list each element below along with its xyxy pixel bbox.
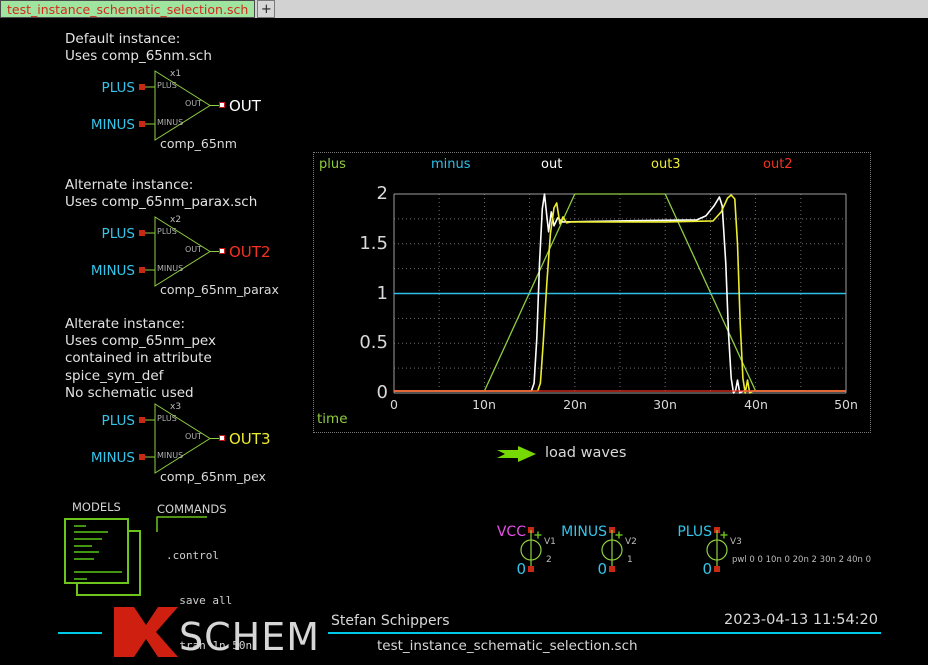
net-label-plus[interactable]: PLUS xyxy=(90,80,135,96)
text-line: Uses comp_65nm.sch xyxy=(65,48,212,65)
cell-name-label: comp_65nm xyxy=(160,136,237,151)
gnd-label[interactable]: 0 xyxy=(682,560,712,578)
x-tick-50n: 50n xyxy=(824,397,868,412)
sheet-name-text: test_instance_schematic_selection.sch xyxy=(377,638,638,654)
gnd-label[interactable]: 0 xyxy=(577,560,607,578)
pin-name-out: OUT xyxy=(168,99,202,108)
xschem-logo-text: SCHEM xyxy=(179,610,320,664)
net-label-out3[interactable]: OUT3 xyxy=(229,430,271,448)
net-label-vcc[interactable]: VCC xyxy=(456,524,526,540)
refdes-label: x1 xyxy=(170,69,181,79)
xschem-window: test_instance_schematic_selection.sch + … xyxy=(0,0,928,665)
net-label-plus[interactable]: PLUS xyxy=(642,524,712,540)
comparator-symbol-x1[interactable]: PLUS MINUS x1 PLUS MINUS OUT OUT comp_65… xyxy=(90,68,290,154)
y-tick-1_5: 1.5 xyxy=(342,233,388,255)
titleblock-underline xyxy=(328,632,881,634)
pin-bottom[interactable] xyxy=(714,566,720,572)
tab-bar: test_instance_schematic_selection.sch + xyxy=(0,0,928,18)
pin-bottom[interactable] xyxy=(528,566,534,572)
vsource-v3[interactable]: PLUS V3 pwl 0 0 10n 0 20n 2 30n 2 40n 0 … xyxy=(672,524,892,580)
comparator-symbol-x3[interactable]: PLUS MINUS x3 PLUS MINUS OUT OUT3 comp_6… xyxy=(90,401,290,487)
legend-minus[interactable]: minus xyxy=(431,157,471,172)
pin-minus[interactable] xyxy=(139,267,145,273)
pin-name-plus: PLUS xyxy=(157,414,177,423)
pin-name-plus: PLUS xyxy=(157,81,177,90)
net-label-plus[interactable]: PLUS xyxy=(90,413,135,429)
pin-name-out: OUT xyxy=(168,245,202,254)
value-label: 2 xyxy=(546,555,552,565)
pin-name-out: OUT xyxy=(168,432,202,441)
refdes-label: x3 xyxy=(170,402,181,412)
pin-name-minus: MINUS xyxy=(157,451,183,460)
value-label: 1 xyxy=(627,555,633,565)
pin-name-minus: MINUS xyxy=(157,118,183,127)
legend-out3[interactable]: out3 xyxy=(651,157,681,172)
y-tick-2: 2 xyxy=(342,183,388,205)
net-label-minus[interactable]: MINUS xyxy=(90,117,135,133)
value-label: pwl 0 0 10n 0 20n 2 30n 2 40n 0 xyxy=(732,555,871,565)
instance1-description: Default instance: Uses comp_65nm.sch xyxy=(65,31,212,65)
pin-minus[interactable] xyxy=(139,121,145,127)
xschem-logo-x-icon xyxy=(110,605,182,659)
pin-plus[interactable] xyxy=(139,230,145,236)
tab-title: test_instance_schematic_selection.sch xyxy=(7,2,248,17)
models-label: MODELS xyxy=(72,500,121,514)
text-line: Alterate instance: xyxy=(65,316,216,333)
pin-name-plus: PLUS xyxy=(157,227,177,236)
legend-plus[interactable]: plus xyxy=(319,157,346,172)
cell-name-label: comp_65nm_parax xyxy=(160,282,279,297)
date-text: 2023-04-13 11:54:20 xyxy=(640,612,878,628)
net-label-plus[interactable]: PLUS xyxy=(90,226,135,242)
refdes-label: x2 xyxy=(170,215,181,225)
pin-bottom[interactable] xyxy=(609,566,615,572)
net-label-out2[interactable]: OUT2 xyxy=(229,243,271,261)
tab-schematic[interactable]: test_instance_schematic_selection.sch xyxy=(0,0,255,18)
launcher-arrow-icon[interactable] xyxy=(497,446,537,462)
instance3-description: Alterate instance: Uses comp_65nm_pex co… xyxy=(65,316,216,402)
pin-out[interactable] xyxy=(219,102,225,108)
net-label-minus[interactable]: MINUS xyxy=(90,450,135,466)
models-document-icon[interactable] xyxy=(64,516,156,598)
pin-name-minus: MINUS xyxy=(157,264,183,273)
code-line: .control xyxy=(166,548,464,563)
net-label-minus[interactable]: MINUS xyxy=(90,263,135,279)
legend-out[interactable]: out xyxy=(541,157,562,172)
x-tick-10n: 10n xyxy=(462,397,506,412)
pin-out[interactable] xyxy=(219,435,225,441)
instance2-description: Alternate instance: Uses comp_65nm_parax… xyxy=(65,177,257,211)
net-label-minus[interactable]: MINUS xyxy=(537,524,607,540)
waveform-plot[interactable] xyxy=(394,194,846,393)
code-line: save all xyxy=(166,593,464,608)
text-line: No schematic used xyxy=(65,385,216,402)
text-line: Default instance: xyxy=(65,31,212,48)
waveform-graph[interactable]: plus minus out out3 out2 2 1.5 1 0.5 0 0… xyxy=(313,152,871,433)
text-line: Uses comp_65nm_parax.sch xyxy=(65,194,257,211)
net-label-out[interactable]: OUT xyxy=(229,97,261,115)
pin-plus[interactable] xyxy=(139,417,145,423)
refdes-label: V3 xyxy=(730,537,742,547)
legend-out2[interactable]: out2 xyxy=(763,157,793,172)
x-tick-20n: 20n xyxy=(553,397,597,412)
pin-minus[interactable] xyxy=(139,454,145,460)
y-tick-0_5: 0.5 xyxy=(342,332,388,354)
x-tick-0: 0 xyxy=(372,397,416,412)
text-line: Uses comp_65nm_pex xyxy=(65,333,216,350)
pin-plus[interactable] xyxy=(139,84,145,90)
titleblock-left-line xyxy=(58,632,102,634)
y-tick-1: 1 xyxy=(342,283,388,305)
x-tick-40n: 40n xyxy=(734,397,778,412)
new-tab-button[interactable]: + xyxy=(257,0,275,18)
refdes-label: V2 xyxy=(625,537,637,547)
x-axis-label: time xyxy=(317,411,348,427)
pin-out[interactable] xyxy=(219,248,225,254)
x-tick-30n: 30n xyxy=(643,397,687,412)
gnd-label[interactable]: 0 xyxy=(496,560,526,578)
load-waves-launcher[interactable]: load waves xyxy=(545,445,626,461)
text-line: Alternate instance: xyxy=(65,177,257,194)
comparator-symbol-x2[interactable]: PLUS MINUS x2 PLUS MINUS OUT OUT2 comp_6… xyxy=(90,214,290,300)
text-line: contained in attribute xyxy=(65,350,216,367)
text-line: spice_sym_def xyxy=(65,368,216,385)
author-text: Stefan Schippers xyxy=(331,613,450,629)
cell-name-label: comp_65nm_pex xyxy=(160,469,266,484)
